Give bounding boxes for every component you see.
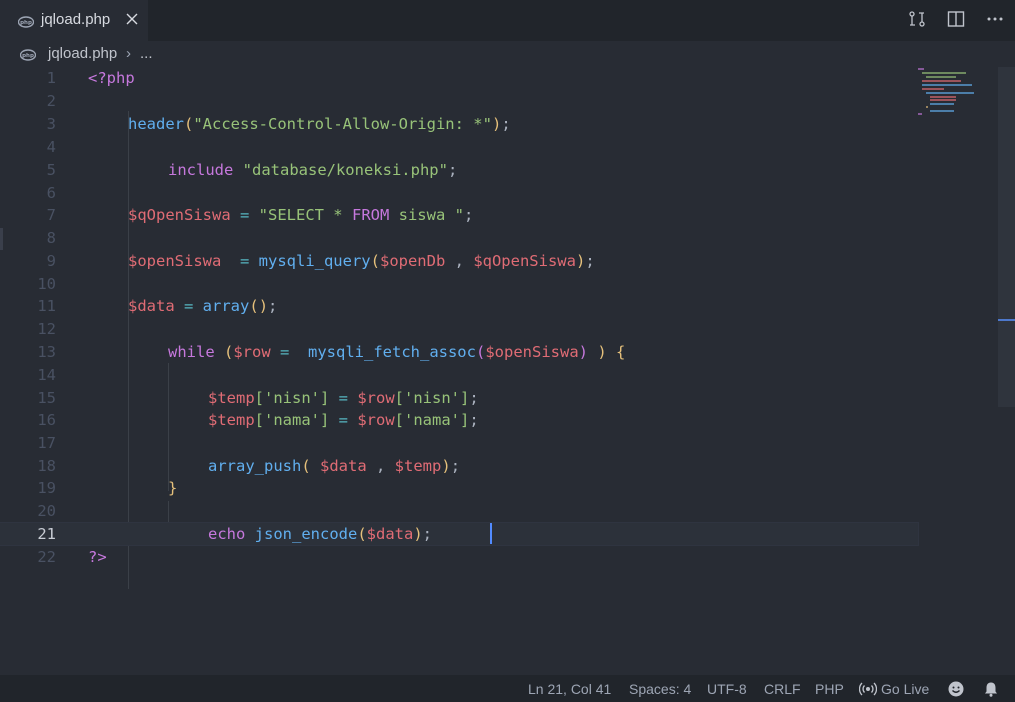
notifications-bell-icon[interactable] <box>982 680 1000 701</box>
code-line: 13 while ($row = mysqli_fetch_assoc($open… <box>37 343 626 361</box>
close-icon[interactable] <box>123 10 141 28</box>
feedback-smiley-icon[interactable] <box>947 680 965 701</box>
code-line: 18 array_push( $data , $temp); <box>37 457 461 475</box>
vertical-scrollbar[interactable] <box>998 67 1015 407</box>
code-line: 5 include "database/koneksi.php"; <box>46 161 458 179</box>
code-line: 11 $data = array(); <box>37 297 278 315</box>
code-line: 9 $openSiswa = mysqli_query($openDb , $qO… <box>46 252 595 270</box>
code-line: 8 <box>46 229 56 247</box>
broadcast-icon <box>858 680 878 701</box>
code-line-current: 21 echo json_encode($data); <box>0 522 919 546</box>
code-line: 14 <box>37 366 56 384</box>
svg-text:php: php <box>20 20 32 26</box>
compare-changes-icon[interactable] <box>907 9 927 29</box>
scrollbar-cursor-marker <box>998 319 1015 321</box>
cursor-position[interactable]: Ln 21, Col 41 <box>528 681 611 697</box>
language-mode[interactable]: PHP <box>815 681 844 697</box>
encoding-setting[interactable]: UTF-8 <box>707 681 747 697</box>
code-line: 3 header("Access-Control-Allow-Origin: *"… <box>46 115 511 133</box>
fold-marker <box>0 228 3 250</box>
code-line: 16 $temp['nama'] = $row['nama']; <box>37 411 479 429</box>
code-line: 6 <box>46 184 56 202</box>
code-line: 4 <box>46 138 56 156</box>
php-file-icon: php <box>19 46 37 65</box>
code-line: 20 <box>37 502 56 520</box>
code-line: 22 ?> <box>37 548 107 566</box>
php-file-icon: php <box>17 13 35 32</box>
code-line: 17 <box>37 434 56 452</box>
code-line: 2 <box>46 92 56 110</box>
breadcrumb: php jqload.php › ... <box>0 41 1015 67</box>
code-line: 12 <box>37 320 56 338</box>
editor-tab-jqload[interactable]: php jqload.php <box>0 0 148 41</box>
code-line: 7 $qOpenSiswa = "SELECT * FROM siswa "; <box>46 206 474 224</box>
text-cursor <box>490 523 492 544</box>
breadcrumb-symbols[interactable]: ... <box>140 45 153 62</box>
code-line: 19} <box>37 479 178 497</box>
eol-setting[interactable]: CRLF <box>764 681 801 697</box>
go-live-button[interactable]: Go Live <box>881 681 929 697</box>
split-editor-icon[interactable] <box>946 9 966 29</box>
code-line: 10 <box>37 275 56 293</box>
indentation-setting[interactable]: Spaces: 4 <box>629 681 691 697</box>
svg-text:php: php <box>22 53 34 59</box>
more-actions-icon[interactable] <box>985 9 1005 29</box>
code-line: 1 <?php <box>46 69 135 87</box>
tab-bar: php jqload.php <box>0 0 1015 41</box>
status-bar: Ln 21, Col 41 Spaces: 4 UTF-8 CRLF PHP G… <box>0 675 1015 702</box>
code-line: 15 $temp['nisn'] = $row['nisn']; <box>37 389 479 407</box>
tab-label: jqload.php <box>41 11 111 28</box>
minimap[interactable] <box>916 67 986 127</box>
code-editor[interactable]: 1 <?php 2 3 header("Access-Control-Allow-O… <box>0 67 1015 649</box>
breadcrumb-separator: › <box>126 45 131 62</box>
breadcrumb-file[interactable]: jqload.php <box>48 45 117 62</box>
